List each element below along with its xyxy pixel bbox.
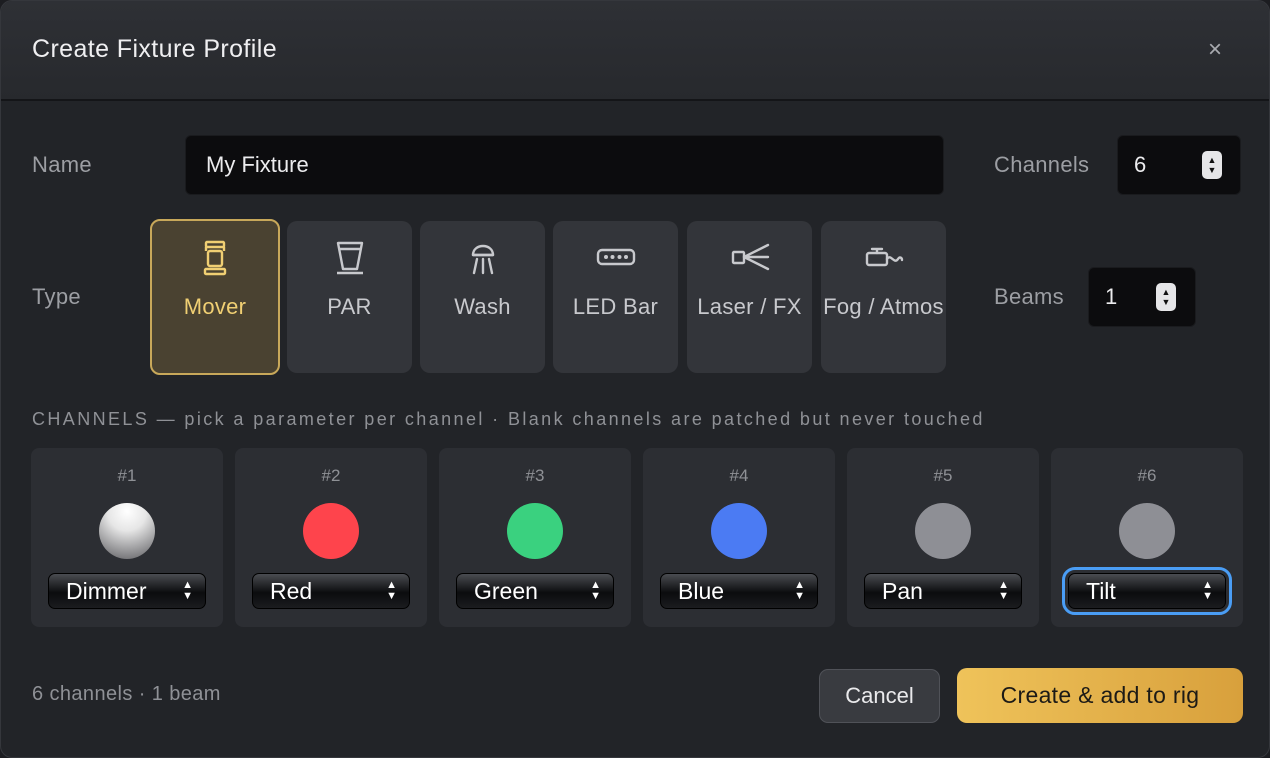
dialog-header: Create Fixture Profile ×: [1, 1, 1269, 101]
channel-param-select-4[interactable]: Blue ▲ ▼: [660, 573, 818, 609]
channels-value: 6: [1134, 152, 1147, 177]
channel-card-6: #6 Tilt ▲ ▼: [1051, 448, 1243, 627]
type-label-led-bar: LED Bar: [572, 294, 659, 319]
beams-label: Beams: [994, 284, 1064, 309]
par-icon: [336, 241, 363, 275]
channel-param-value: Tilt: [1086, 578, 1116, 604]
channels-label: Channels: [994, 152, 1090, 177]
channel-card-1: #1 Dimmer ▲ ▼: [31, 448, 223, 627]
channel-number: #1: [117, 466, 137, 485]
channel-card-5: #5 Pan ▲ ▼: [847, 448, 1039, 627]
select-arrows-icon: ▲ ▼: [590, 579, 601, 602]
channel-param-select-6[interactable]: Tilt ▲ ▼: [1062, 567, 1232, 615]
channel-number: #3: [525, 466, 545, 485]
type-label-par: PAR: [327, 294, 372, 319]
channel-param-select-1[interactable]: Dimmer ▲ ▼: [48, 573, 206, 609]
type-mover[interactable]: Mover: [150, 219, 280, 375]
type-par[interactable]: PAR: [287, 221, 412, 373]
channel-card-4: #4 Blue ▲ ▼: [643, 448, 835, 627]
type-label-fog-atmos: Fog / Atmos: [823, 294, 944, 319]
channel-color-swatch: [507, 503, 563, 559]
channels-spinner-icon[interactable]: ▲ ▼: [1202, 151, 1222, 179]
channel-card-2: #2 Red ▲ ▼: [235, 448, 427, 627]
channels-section-heading: CHANNELS — pick a parameter per channel …: [32, 409, 985, 429]
channel-param-value: Red: [270, 578, 313, 604]
type-label: Type: [32, 284, 81, 309]
wash-icon: [471, 244, 494, 275]
channel-number: #5: [933, 466, 953, 485]
channel-number: #6: [1137, 466, 1157, 485]
type-wash[interactable]: Wash: [420, 221, 545, 373]
beams-stepper[interactable]: 1: [1088, 267, 1196, 327]
channel-number: #4: [729, 466, 749, 485]
select-arrows-icon: ▲ ▼: [794, 579, 805, 602]
footer-summary: 6 channels · 1 beam: [32, 683, 221, 705]
type-label-wash: Wash: [454, 294, 511, 319]
channel-param-value: Pan: [882, 578, 923, 604]
close-icon[interactable]: ×: [1200, 35, 1230, 65]
channel-param-select-5[interactable]: Pan ▲ ▼: [864, 573, 1022, 609]
cancel-button[interactable]: Cancel: [819, 669, 940, 723]
select-arrows-icon: ▲ ▼: [1202, 579, 1213, 602]
laser-icon: [731, 243, 769, 271]
dialog-title: Create Fixture Profile: [32, 35, 277, 63]
create-add-to-rig-button[interactable]: Create & add to rig: [957, 668, 1243, 723]
channel-param-value: Green: [474, 578, 538, 604]
channels-stepper[interactable]: 6: [1117, 135, 1241, 195]
beams-spinner-icon[interactable]: ▲ ▼: [1156, 283, 1176, 311]
select-arrows-icon: ▲ ▼: [998, 579, 1009, 602]
select-arrows-icon: ▲ ▼: [182, 579, 193, 602]
beams-value: 1: [1105, 284, 1118, 309]
channel-color-swatch: [303, 503, 359, 559]
channel-color-swatch: [711, 503, 767, 559]
channel-color-swatch: [915, 503, 971, 559]
create-fixture-dialog: Create Fixture Profile × Name Channels 6…: [0, 0, 1270, 758]
type-label-laser-fx: Laser / FX: [697, 294, 802, 319]
channel-param-value: Blue: [678, 578, 725, 604]
channel-card-3: #3 Green ▲ ▼: [439, 448, 631, 627]
channel-number: #2: [321, 466, 341, 485]
type-label-mover: Mover: [183, 294, 247, 319]
type-laser-fx[interactable]: Laser / FX: [687, 221, 812, 373]
name-label: Name: [32, 152, 92, 177]
channel-param-select-3[interactable]: Green ▲ ▼: [456, 573, 614, 609]
name-input[interactable]: [185, 135, 944, 195]
channel-color-swatch: [99, 503, 155, 559]
channel-color-swatch: [1119, 503, 1175, 559]
channel-param-select-2[interactable]: Red ▲ ▼: [252, 573, 410, 609]
type-fog-atmos[interactable]: Fog / Atmos: [821, 221, 946, 373]
type-led-bar[interactable]: LED Bar: [553, 221, 678, 373]
mover-icon: [203, 240, 227, 276]
select-arrows-icon: ▲ ▼: [386, 579, 397, 602]
led-bar-icon: [596, 248, 635, 266]
channel-param-value: Dimmer: [66, 578, 147, 604]
fog-icon: [865, 247, 903, 267]
